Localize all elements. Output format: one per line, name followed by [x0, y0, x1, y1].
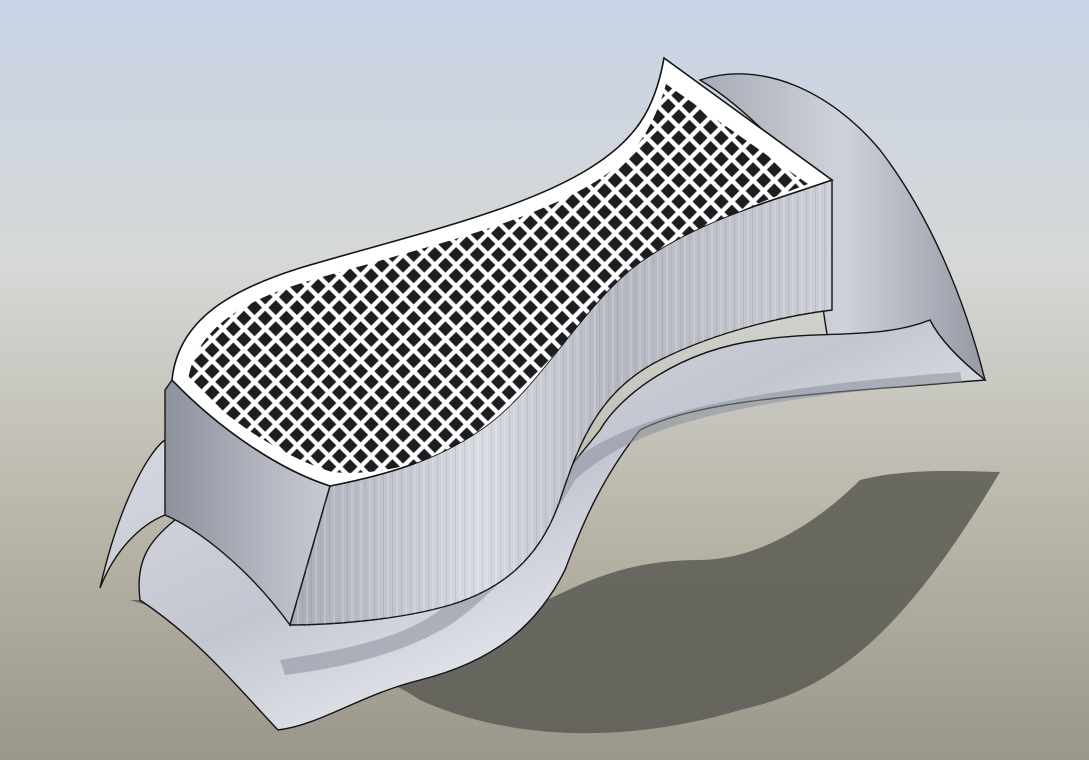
- cad-viewport[interactable]: [0, 0, 1089, 760]
- part-render: [0, 0, 1089, 760]
